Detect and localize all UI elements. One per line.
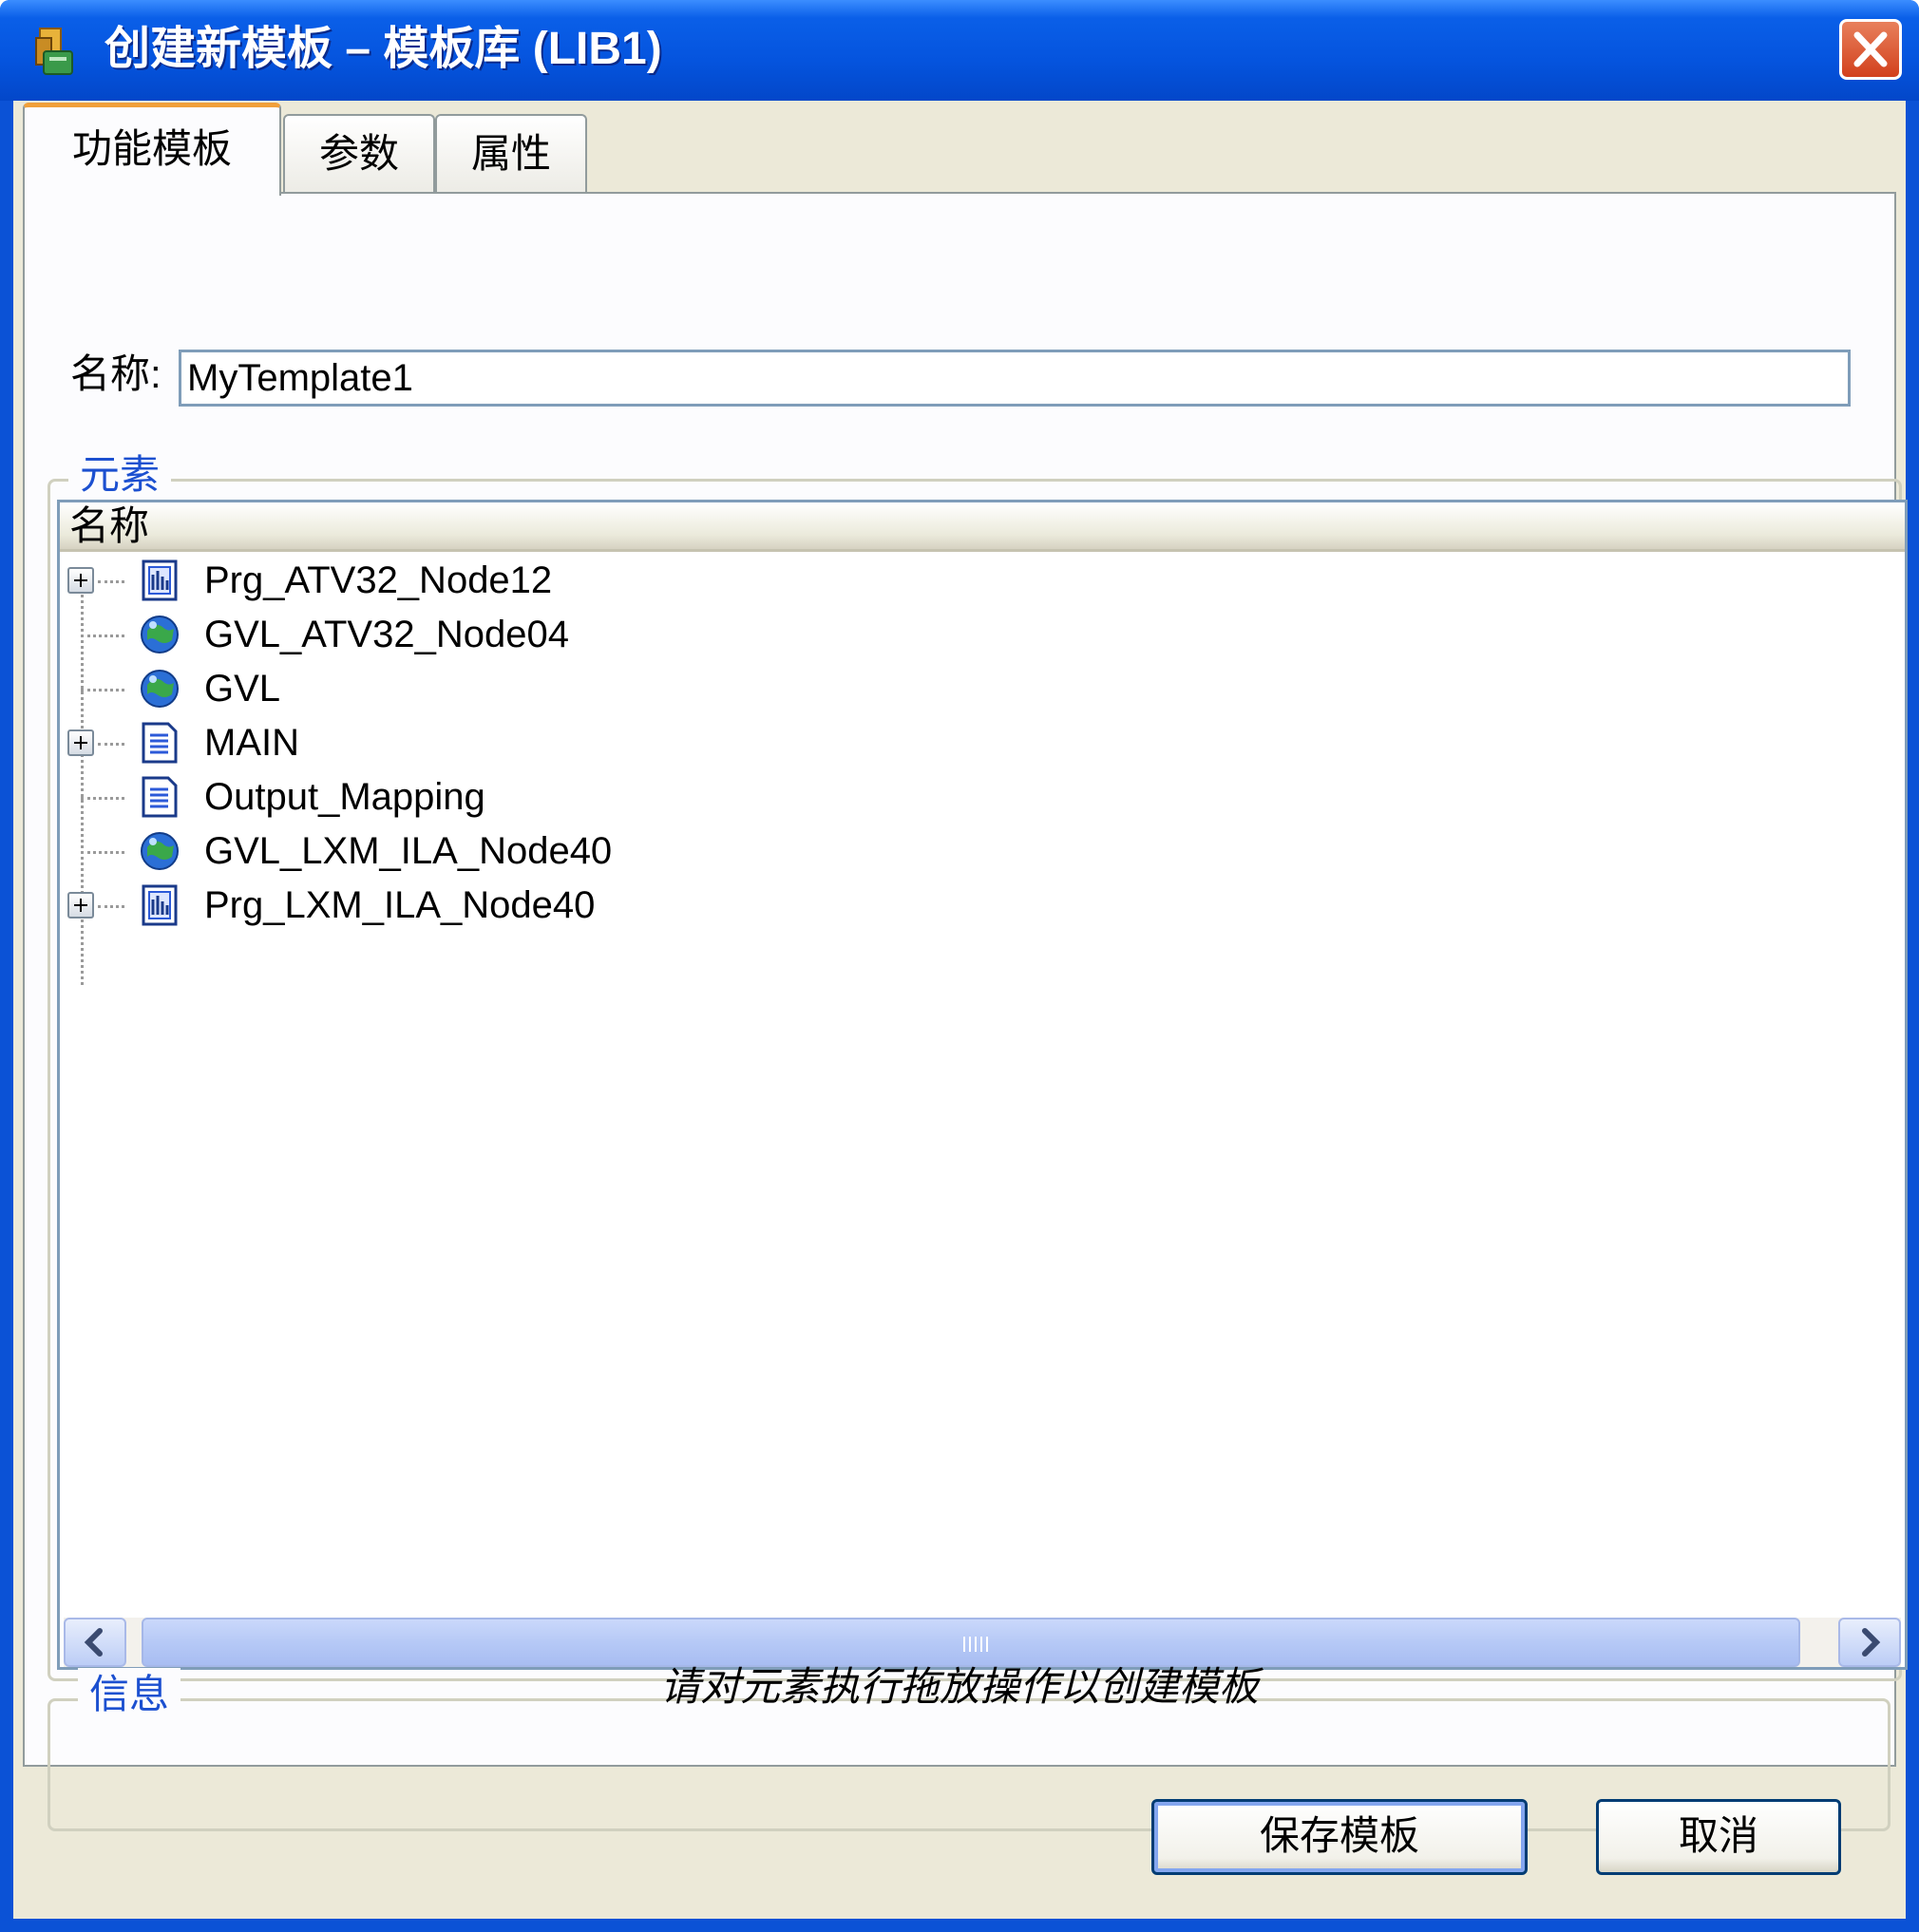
program-icon — [142, 559, 178, 601]
tree-connector — [98, 580, 124, 583]
cancel-button[interactable]: 取消 — [1596, 1799, 1841, 1875]
tab-label: 属性 — [470, 131, 551, 176]
tree-connector — [81, 797, 124, 800]
tree-item[interactable]: Prg_LXM_ILA_Node40 — [60, 879, 1865, 933]
button-label: 保存模板 — [1259, 1813, 1419, 1858]
expand-toggle[interactable] — [67, 892, 94, 919]
tree-item[interactable]: GVL_ATV32_Node04 — [60, 608, 1865, 662]
tree-item[interactable]: GVL — [60, 662, 1865, 716]
close-button[interactable] — [1839, 19, 1902, 80]
tree-item-label: GVL_ATV32_Node04 — [204, 614, 569, 655]
window-title: 创建新模板 – 模板库 (LIB1) — [104, 24, 662, 74]
tab-parameters[interactable]: 参数 — [283, 114, 435, 194]
document-icon — [142, 722, 178, 764]
elements-tree[interactable]: 名称 Prg_ATV32_Node12 GVL_ATV32_Node04 GVL… — [57, 500, 1908, 1670]
tab-label: 功能模板 — [71, 126, 232, 171]
expand-toggle[interactable] — [67, 729, 94, 756]
tab-label: 参数 — [318, 131, 399, 176]
global-variables-icon — [141, 832, 179, 870]
button-label: 取消 — [1678, 1813, 1758, 1858]
global-variables-icon — [141, 670, 179, 708]
tree-item-label: Prg_ATV32_Node12 — [204, 559, 553, 601]
close-icon — [1853, 31, 1888, 67]
tree-connector — [81, 689, 124, 691]
tree-item-label: MAIN — [204, 722, 299, 764]
tree-item-label: GVL — [204, 668, 281, 710]
title-bar[interactable]: 创建新模板 – 模板库 (LIB1) — [0, 0, 1919, 101]
tree-item-label: GVL_LXM_ILA_Node40 — [204, 830, 613, 872]
template-name-input[interactable] — [179, 350, 1851, 407]
tree-connector — [98, 743, 124, 746]
tree-connector — [81, 635, 124, 637]
elements-group-title: 元素 — [68, 448, 172, 502]
tab-function-template[interactable]: 功能模板 — [23, 103, 281, 196]
tree-item[interactable]: Output_Mapping — [60, 770, 1865, 824]
global-variables-icon — [141, 616, 179, 653]
tree-item[interactable]: Prg_ATV32_Node12 — [60, 554, 1865, 608]
template-library-icon — [35, 28, 73, 75]
tree-item-label: Prg_LXM_ILA_Node40 — [204, 884, 596, 926]
tree-connector — [81, 851, 124, 854]
save-template-button[interactable]: 保存模板 — [1151, 1799, 1528, 1875]
program-icon — [142, 884, 178, 926]
tree-item-label: Output_Mapping — [204, 776, 485, 818]
dialog-client-area: 功能模板 参数 属性 名称: 元素 名称 — [13, 101, 1908, 1919]
dialog-window: 创建新模板 – 模板库 (LIB1) 功能模板 参数 属性 名称: 元素 名称 — [0, 0, 1919, 1932]
info-message: 请对元素执行拖放操作以创建模板 — [659, 1664, 1259, 1709]
expand-toggle[interactable] — [67, 567, 94, 594]
tree-connector — [98, 905, 124, 908]
tree-item[interactable]: GVL_LXM_ILA_Node40 — [60, 824, 1865, 879]
name-label: 名称: — [70, 351, 162, 396]
document-icon — [142, 776, 178, 818]
column-header-name[interactable]: 名称 — [60, 502, 1905, 552]
tree-item[interactable]: MAIN — [60, 716, 1865, 770]
tab-properties[interactable]: 属性 — [435, 114, 587, 194]
grip-icon — [963, 1637, 988, 1652]
tab-panel: 名称: 元素 名称 Prg_ATV32_Node12 — [23, 192, 1908, 1831]
